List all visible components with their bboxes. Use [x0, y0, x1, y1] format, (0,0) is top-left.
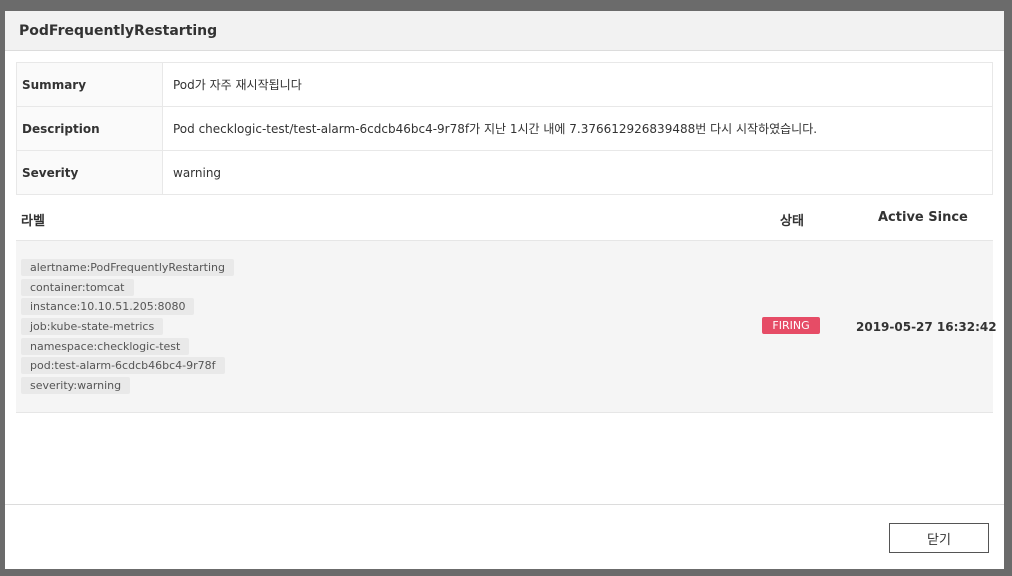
state-column-header: 상태 — [780, 214, 804, 229]
alert-detail-modal: PodFrequentlyRestarting Summary Pod가 자주 … — [5, 11, 1004, 569]
info-row-description: Description Pod checklogic-test/test-ala… — [16, 106, 993, 151]
info-row-severity: Severity warning — [16, 150, 993, 195]
alerts-table: 라벨 상태 Active Since alertname:PodFrequent… — [16, 195, 997, 413]
active-since-column-header: Active Since — [878, 210, 968, 225]
state-badge: FIRING — [762, 317, 820, 334]
alerts-table-header: 라벨 상태 Active Since — [16, 195, 993, 241]
close-button[interactable]: 닫기 — [889, 523, 989, 553]
severity-value: warning — [162, 150, 993, 195]
description-key: Description — [16, 106, 163, 151]
label-chip: alertname:PodFrequentlyRestarting — [21, 259, 234, 276]
label-chip: pod:test-alarm-6cdcb46bc4-9r78f — [21, 357, 225, 375]
modal-header: PodFrequentlyRestarting — [5, 11, 1004, 51]
modal-title: PodFrequentlyRestarting — [19, 22, 218, 39]
label-list: alertname:PodFrequentlyRestarting contai… — [21, 259, 234, 397]
labels-column-header: 라벨 — [21, 214, 45, 229]
label-chip: instance:10.10.51.205:8080 — [21, 298, 195, 316]
summary-value: Pod가 자주 재시작됩니다 — [162, 62, 993, 107]
label-chip: container:tomcat — [21, 278, 134, 296]
description-value: Pod checklogic-test/test-alarm-6cdcb46bc… — [162, 106, 993, 151]
alert-row: alertname:PodFrequentlyRestarting contai… — [16, 241, 997, 413]
severity-key: Severity — [16, 150, 163, 195]
summary-key: Summary — [16, 62, 163, 107]
label-chip: namespace:checklogic-test — [21, 337, 190, 355]
modal-footer: 닫기 — [5, 504, 1004, 569]
label-chip: job:kube-state-metrics — [21, 318, 164, 336]
info-row-summary: Summary Pod가 자주 재시작됩니다 — [16, 62, 993, 107]
label-chip: severity:warning — [21, 377, 131, 395]
active-since-value: 2019-05-27 16:32:42 — [856, 320, 997, 334]
alert-info-table: Summary Pod가 자주 재시작됩니다 Description Pod c… — [16, 62, 993, 195]
